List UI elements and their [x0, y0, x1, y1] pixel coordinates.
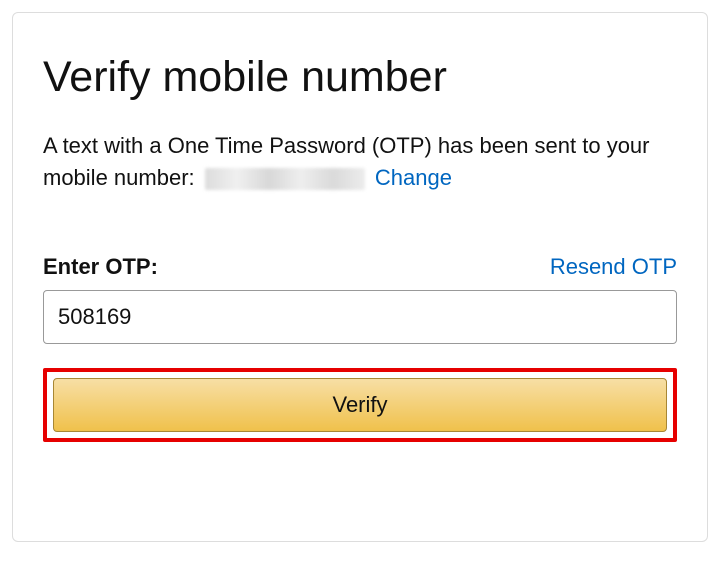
verify-button[interactable]: Verify: [53, 378, 667, 432]
verify-button-highlight: Verify: [43, 368, 677, 442]
verify-card: Verify mobile number A text with a One T…: [12, 12, 708, 542]
page-title: Verify mobile number: [43, 53, 677, 102]
otp-input[interactable]: [43, 290, 677, 344]
resend-otp-link[interactable]: Resend OTP: [550, 254, 677, 280]
otp-sent-description: A text with a One Time Password (OTP) ha…: [43, 130, 677, 194]
otp-label-row: Enter OTP: Resend OTP: [43, 254, 677, 280]
change-number-link[interactable]: Change: [375, 165, 452, 190]
enter-otp-label: Enter OTP:: [43, 254, 158, 280]
masked-phone-number: [205, 168, 365, 190]
